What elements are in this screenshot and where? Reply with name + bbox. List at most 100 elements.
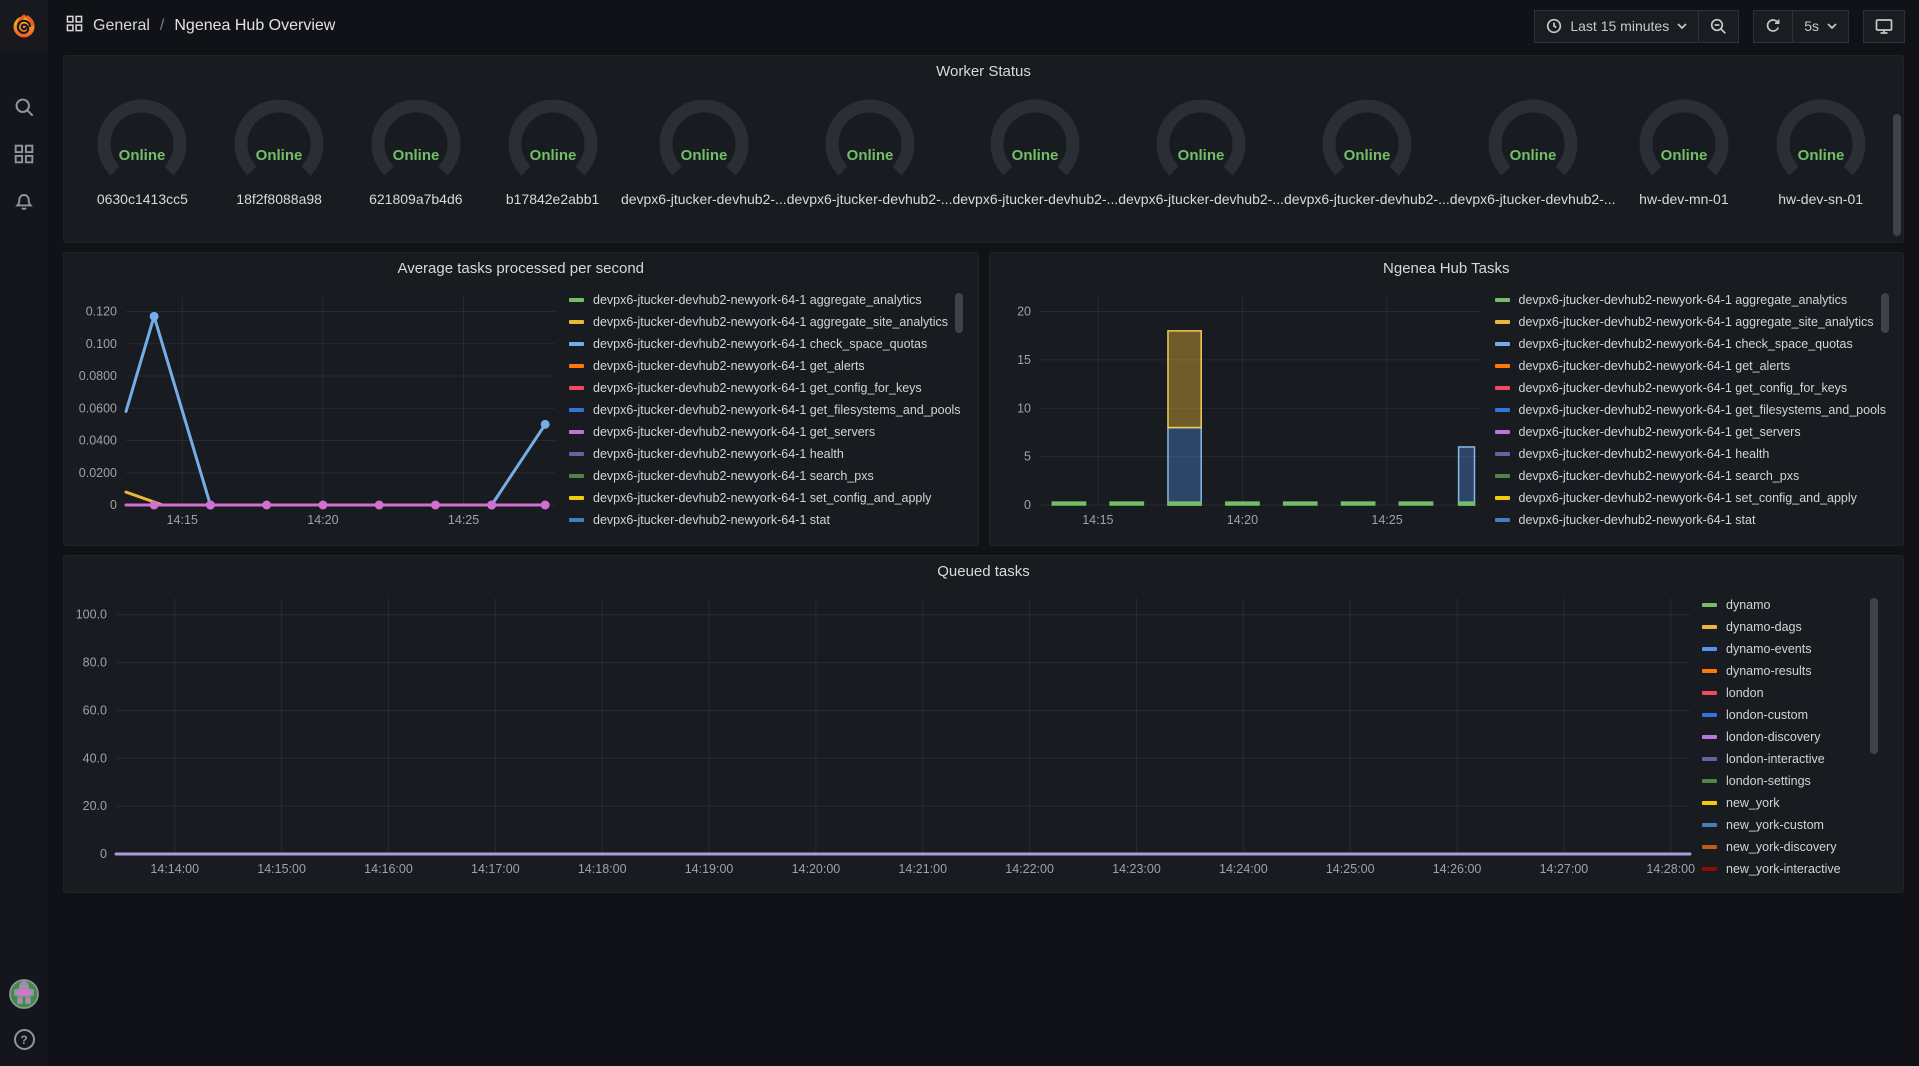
legend-item[interactable]: devpx6-jtucker-devhub2-newyork-64-1 sear… bbox=[569, 465, 965, 487]
svg-text:14:25:00: 14:25:00 bbox=[1326, 862, 1375, 876]
svg-text:0: 0 bbox=[100, 847, 107, 861]
legend-item[interactable]: london-discovery bbox=[1702, 726, 1878, 748]
legend-item[interactable]: devpx6-jtucker-devhub2-newyork-64-1 aggr… bbox=[1495, 289, 1891, 311]
legend-item[interactable]: devpx6-jtucker-devhub2-newyork-64-1 get_… bbox=[1495, 355, 1891, 377]
legend-scrollbar[interactable] bbox=[955, 293, 963, 333]
legend-item[interactable]: devpx6-jtucker-devhub2-newyork-64-1 stat bbox=[569, 509, 965, 531]
legend-label: devpx6-jtucker-devhub2-newyork-64-1 get_… bbox=[593, 425, 875, 439]
legend-label: devpx6-jtucker-devhub2-newyork-64-1 heal… bbox=[1519, 447, 1770, 461]
grafana-logo[interactable] bbox=[0, 0, 48, 52]
panel-title[interactable]: Ngenea Hub Tasks bbox=[990, 253, 1904, 283]
legend-swatch-icon bbox=[1495, 298, 1510, 302]
legend-item[interactable]: devpx6-jtucker-devhub2-newyork-64-1 aggr… bbox=[1495, 311, 1891, 333]
legend-item[interactable]: devpx6-jtucker-devhub2-newyork-64-1 get_… bbox=[569, 421, 965, 443]
svg-text:100.0: 100.0 bbox=[76, 608, 107, 622]
topbar: General / Ngenea Hub Overview Last 15 mi… bbox=[48, 0, 1919, 52]
breadcrumb-dashboard-title[interactable]: Ngenea Hub Overview bbox=[174, 17, 335, 35]
breadcrumb-folder[interactable]: General bbox=[93, 17, 150, 35]
legend-item[interactable]: devpx6-jtucker-devhub2-newyork-64-1 aggr… bbox=[569, 311, 965, 333]
panel-title[interactable]: Worker Status bbox=[64, 56, 1903, 86]
legend-item[interactable]: devpx6-jtucker-devhub2-newyork-64-1 get_… bbox=[1495, 399, 1891, 421]
legend-item[interactable]: devpx6-jtucker-devhub2-newyork-64-1 get_… bbox=[569, 377, 965, 399]
legend-item[interactable]: new_york bbox=[1702, 792, 1878, 814]
legend-label: devpx6-jtucker-devhub2-newyork-64-1 aggr… bbox=[1519, 293, 1848, 307]
legend-item[interactable]: devpx6-jtucker-devhub2-newyork-64-1 get_… bbox=[1495, 377, 1891, 399]
gauge-status: Online bbox=[1509, 147, 1556, 164]
hub-tasks-chart[interactable]: 14:1514:2014:2505101520 bbox=[994, 283, 1491, 535]
legend-label: devpx6-jtucker-devhub2-newyork-64-1 get_… bbox=[593, 359, 865, 373]
legend-label: devpx6-jtucker-devhub2-newyork-64-1 get_… bbox=[593, 381, 922, 395]
panel-title[interactable]: Average tasks processed per second bbox=[64, 253, 978, 283]
legend-item[interactable]: new_york-discovery bbox=[1702, 836, 1878, 858]
panel-scrollbar[interactable] bbox=[1893, 114, 1901, 236]
legend-swatch-icon bbox=[1495, 408, 1510, 412]
legend-item[interactable]: london-custom bbox=[1702, 704, 1878, 726]
legend-item[interactable]: london-settings bbox=[1702, 770, 1878, 792]
time-range-picker[interactable]: Last 15 minutes bbox=[1534, 10, 1699, 43]
help-icon[interactable]: ? bbox=[14, 1029, 35, 1050]
refresh-button[interactable] bbox=[1753, 10, 1793, 43]
legend-item[interactable]: dynamo-events bbox=[1702, 638, 1878, 660]
legend-item[interactable]: dynamo bbox=[1702, 594, 1878, 616]
queued-tasks-legend: dynamodynamo-dagsdynamo-eventsdynamo-res… bbox=[1698, 594, 1878, 886]
legend-swatch-icon bbox=[569, 430, 584, 434]
legend-swatch-icon bbox=[1702, 801, 1717, 805]
legend-item[interactable]: london bbox=[1702, 682, 1878, 704]
avg-tasks-chart[interactable]: 14:1514:2014:2500.02000.04000.06000.0800… bbox=[68, 283, 565, 535]
sidebar: ? bbox=[0, 0, 48, 1066]
gauge-status: Online bbox=[119, 147, 166, 164]
dashboard-grid-icon[interactable] bbox=[66, 15, 83, 37]
worker-gauge: Online0630c1413cc5 bbox=[74, 94, 211, 207]
queued-tasks-chart[interactable]: 14:14:0014:15:0014:16:0014:17:0014:18:00… bbox=[68, 586, 1698, 886]
svg-text:14:23:00: 14:23:00 bbox=[1112, 862, 1161, 876]
gauge-arc: Online bbox=[1624, 94, 1744, 190]
grafana-app: ? General / Ngenea Hub Overview Last 15 … bbox=[0, 0, 1919, 1066]
legend-item[interactable]: new_york-interactive bbox=[1702, 858, 1878, 880]
svg-text:14:16:00: 14:16:00 bbox=[364, 862, 413, 876]
svg-text:14:15: 14:15 bbox=[1082, 513, 1113, 527]
panel-title[interactable]: Queued tasks bbox=[64, 556, 1903, 586]
gauge-label: devpx6-jtucker-devhub2-... bbox=[1450, 191, 1616, 207]
legend-item[interactable]: devpx6-jtucker-devhub2-newyork-64-1 chec… bbox=[569, 333, 965, 355]
legend-label: devpx6-jtucker-devhub2-newyork-64-1 aggr… bbox=[1519, 315, 1874, 329]
legend-item[interactable]: devpx6-jtucker-devhub2-newyork-64-1 chec… bbox=[1495, 333, 1891, 355]
legend-swatch-icon bbox=[1495, 386, 1510, 390]
panel-queued-tasks: Queued tasks 14:14:0014:15:0014:16:0014:… bbox=[63, 555, 1904, 893]
gauge-arc: Online bbox=[493, 94, 613, 190]
legend-item[interactable]: devpx6-jtucker-devhub2-newyork-64-1 get_… bbox=[569, 355, 965, 377]
legend-item[interactable]: london-interactive bbox=[1702, 748, 1878, 770]
avg-tasks-legend: devpx6-jtucker-devhub2-newyork-64-1 aggr… bbox=[565, 289, 965, 535]
legend-item[interactable]: devpx6-jtucker-devhub2-newyork-64-1 get_… bbox=[1495, 421, 1891, 443]
svg-text:0.0400: 0.0400 bbox=[79, 434, 117, 448]
legend-item[interactable]: devpx6-jtucker-devhub2-newyork-64-1 set_… bbox=[1495, 487, 1891, 509]
legend-scrollbar[interactable] bbox=[1881, 293, 1889, 333]
legend-swatch-icon bbox=[1702, 823, 1717, 827]
legend-item[interactable]: devpx6-jtucker-devhub2-newyork-64-1 set_… bbox=[569, 487, 965, 509]
alerting-bell-icon[interactable] bbox=[13, 190, 35, 212]
legend-item[interactable]: devpx6-jtucker-devhub2-newyork-64-1 heal… bbox=[569, 443, 965, 465]
worker-gauge: Onlinedevpx6-jtucker-devhub2-... bbox=[621, 94, 787, 207]
legend-item[interactable]: new_york-custom bbox=[1702, 814, 1878, 836]
legend-item[interactable]: devpx6-jtucker-devhub2-newyork-64-1 get_… bbox=[569, 399, 965, 421]
search-icon[interactable] bbox=[13, 96, 35, 118]
legend-item[interactable]: dynamo-dags bbox=[1702, 616, 1878, 638]
legend-item[interactable]: dynamo-results bbox=[1702, 660, 1878, 682]
user-avatar[interactable] bbox=[9, 979, 39, 1009]
svg-text:0.100: 0.100 bbox=[86, 337, 117, 351]
svg-text:14:24:00: 14:24:00 bbox=[1219, 862, 1268, 876]
legend-label: devpx6-jtucker-devhub2-newyork-64-1 get_… bbox=[1519, 381, 1848, 395]
legend-item[interactable]: devpx6-jtucker-devhub2-newyork-64-1 stat bbox=[1495, 509, 1891, 531]
svg-text:80.0: 80.0 bbox=[83, 656, 107, 670]
legend-item[interactable]: devpx6-jtucker-devhub2-newyork-64-1 aggr… bbox=[569, 289, 965, 311]
dashboards-icon[interactable] bbox=[13, 143, 35, 165]
legend-label: london-settings bbox=[1726, 774, 1811, 788]
zoom-out-button[interactable] bbox=[1699, 10, 1739, 43]
avatar-image bbox=[9, 979, 39, 1009]
tv-mode-button[interactable] bbox=[1863, 10, 1905, 43]
legend-label: new_york-custom bbox=[1726, 818, 1824, 832]
refresh-interval-picker[interactable]: 5s bbox=[1793, 10, 1849, 43]
legend-item[interactable]: devpx6-jtucker-devhub2-newyork-64-1 heal… bbox=[1495, 443, 1891, 465]
legend-scrollbar[interactable] bbox=[1870, 598, 1878, 754]
legend-item[interactable]: devpx6-jtucker-devhub2-newyork-64-1 sear… bbox=[1495, 465, 1891, 487]
worker-gauge: Online18f2f8088a98 bbox=[211, 94, 348, 207]
